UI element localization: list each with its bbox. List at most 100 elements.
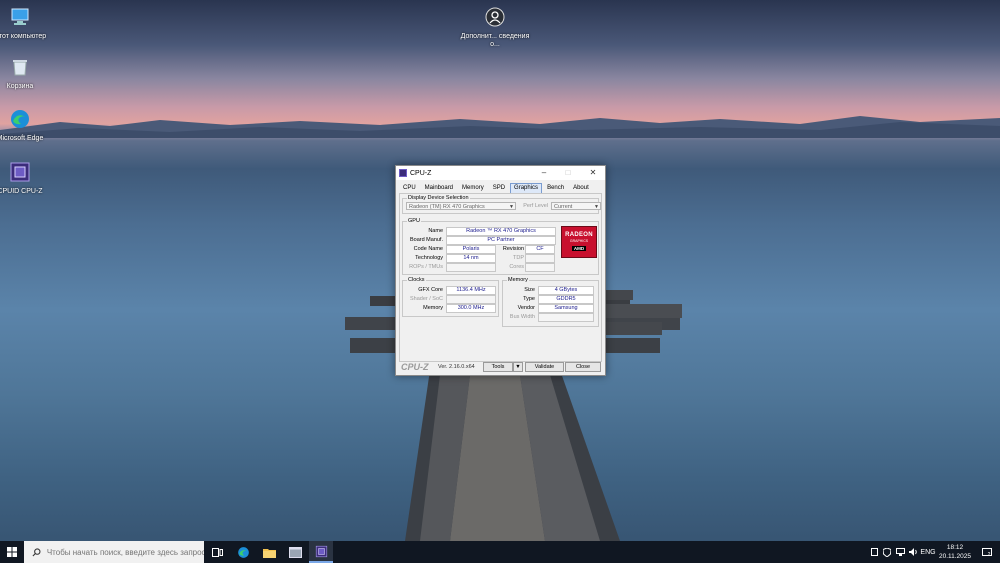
tray-volume-icon[interactable] (907, 541, 919, 563)
clock[interactable]: 18:12 20.11.2025 (938, 543, 972, 561)
window-title: CPU-Z (410, 169, 432, 177)
additional-info-icon (485, 7, 505, 27)
group-title: Display Device Selection (407, 195, 470, 201)
desktop-icon-label: Корзина (6, 83, 34, 90)
device-select[interactable]: Radeon (TM) RX 470 Graphics ▼ (406, 202, 516, 210)
vendor-label: Vendor (517, 305, 535, 311)
shader-soc-value (446, 295, 496, 304)
cpu-z-icon (10, 162, 30, 182)
cpuz-footer: CPU-Z Ver. 2.16.0.x64 Tools ▼ Validate C… (399, 362, 602, 372)
taskbar: ENG 18:12 20.11.2025 2 (0, 541, 1000, 563)
folder-icon (262, 548, 276, 558)
desktop-icon-edge[interactable]: Microsoft Edge (0, 108, 55, 143)
taskbar-file-explorer[interactable] (257, 541, 281, 563)
code-name-value: Polaris (446, 245, 496, 254)
taskbar-search[interactable] (24, 541, 204, 563)
board-label: Board Manuf. (409, 237, 443, 243)
tab-bar: CPU Mainboard Memory SPD Graphics Bench … (399, 183, 594, 194)
close-button[interactable]: Close (565, 362, 601, 372)
desktop-icon-label: Microsoft Edge (0, 135, 44, 142)
cpuz-titlebar[interactable]: CPU-Z – □ ✕ (396, 166, 605, 180)
rops-tmus-label: ROPs / TMUs (409, 264, 443, 270)
memory-clock-value: 300.0 MHz (446, 304, 496, 313)
tools-dropdown-icon[interactable]: ▼ (513, 362, 523, 372)
cpuz-app-icon (399, 169, 407, 177)
task-view-icon (211, 547, 223, 557)
search-icon (32, 547, 41, 556)
gfx-core-label: GFX Core (418, 287, 443, 293)
task-view-button[interactable] (205, 541, 229, 563)
gpu-name-value: Radeon ™ RX 470 Graphics (446, 227, 556, 236)
memory-clock-label: Memory (423, 305, 443, 311)
close-icon[interactable]: ✕ (582, 166, 604, 180)
maximize-icon: □ (565, 168, 571, 177)
revision-value: CF (525, 245, 555, 254)
size-value: 4 GBytes (538, 286, 594, 295)
group-title: GPU (407, 218, 421, 224)
code-name-label: Code Name (413, 246, 443, 252)
device-select-value: Radeon (TM) RX 470 Graphics (409, 204, 485, 210)
display-device-group: Display Device Selection Radeon (TM) RX … (402, 195, 601, 214)
logo-amd: AMD (571, 246, 587, 251)
shield-icon (883, 547, 891, 557)
mountain-range (0, 116, 1000, 138)
vendor-value: Samsung (538, 304, 594, 313)
desktop-icon-cpu-z[interactable]: CPUID CPU-Z (0, 161, 55, 196)
type-label: Type (523, 296, 535, 302)
type-value: GDDR5 (538, 295, 594, 304)
tray-action-center-icon[interactable] (868, 541, 880, 563)
shader-soc-label: Shader / SoC (409, 296, 443, 302)
taskbar-edge[interactable] (231, 541, 255, 563)
cpuz-window[interactable]: CPU-Z – □ ✕ CPU Mainboard Memory SPD Gra… (395, 165, 606, 376)
rops-tmus-value (446, 263, 496, 272)
notification-count: 2 (987, 551, 991, 558)
clocks-group: Clocks GFX Core 1136.4 MHz Shader / SoC … (402, 277, 499, 317)
validate-button[interactable]: Validate (525, 362, 564, 372)
perf-level-select[interactable]: Current ▼ (551, 202, 601, 210)
search-input[interactable] (46, 547, 204, 557)
tdp-value (525, 254, 555, 263)
language-indicator[interactable]: ENG (920, 541, 936, 563)
bus-width-label: Bus Width (509, 314, 535, 320)
network-icon (895, 548, 905, 556)
taskbar-app[interactable] (283, 541, 307, 563)
logo-subtext: GRAPHICS (569, 239, 589, 243)
tools-button[interactable]: Tools (483, 362, 513, 372)
recycle-bin-icon (13, 60, 27, 76)
graphics-tab-pane: Display Device Selection Radeon (TM) RX … (399, 193, 602, 362)
version-label: Ver. 2.16.0.x64 (438, 364, 475, 370)
taskbar-cpu-z[interactable] (309, 541, 333, 563)
edge-icon (11, 110, 29, 128)
desktop-icon-recycle-bin[interactable]: Корзина (0, 56, 55, 91)
desktop-icon-label: Дополнит... сведения о... (460, 33, 530, 48)
perf-level-label: Perf Level (523, 203, 548, 209)
cores-value (525, 263, 555, 272)
board-value: PC Partner (446, 236, 556, 245)
tray-network-icon[interactable] (894, 541, 906, 563)
this-pc-icon (11, 8, 29, 25)
logo-text: RADEON (565, 232, 593, 238)
cpuz-brand: CPU-Z (401, 362, 429, 372)
technology-label: Technology (415, 255, 443, 261)
name-label: Name (428, 228, 443, 234)
edge-icon (237, 546, 249, 558)
windows-logo-icon (7, 547, 17, 557)
technology-value: 14 nm (446, 254, 496, 263)
group-title: Memory (507, 277, 529, 283)
notifications-button[interactable]: 2 (978, 541, 994, 563)
clock-date: 20.11.2025 (938, 553, 972, 560)
chevron-down-icon: ▼ (594, 204, 599, 210)
minimize-icon[interactable]: – (533, 166, 555, 180)
bus-width-value (538, 313, 594, 322)
group-title: Clocks (407, 277, 426, 283)
tray-security-icon[interactable] (881, 541, 893, 563)
gpu-group: GPU Name Radeon ™ RX 470 Graphics Board … (402, 218, 599, 275)
desktop-icon-label: CPUID CPU-Z (0, 188, 43, 195)
tdp-label: TDP (513, 255, 524, 261)
desktop-icon-this-pc[interactable]: Этот компьютер (0, 6, 55, 41)
clock-time: 18:12 (946, 544, 964, 551)
desktop-icon-additional-info[interactable]: Дополнит... сведения о... (460, 6, 530, 49)
start-button[interactable] (0, 541, 24, 563)
memory-group: Memory Size 4 GBytes Type GDDR5 Vendor S… (502, 277, 599, 327)
amd-radeon-logo: RADEON GRAPHICS AMD (561, 226, 597, 258)
